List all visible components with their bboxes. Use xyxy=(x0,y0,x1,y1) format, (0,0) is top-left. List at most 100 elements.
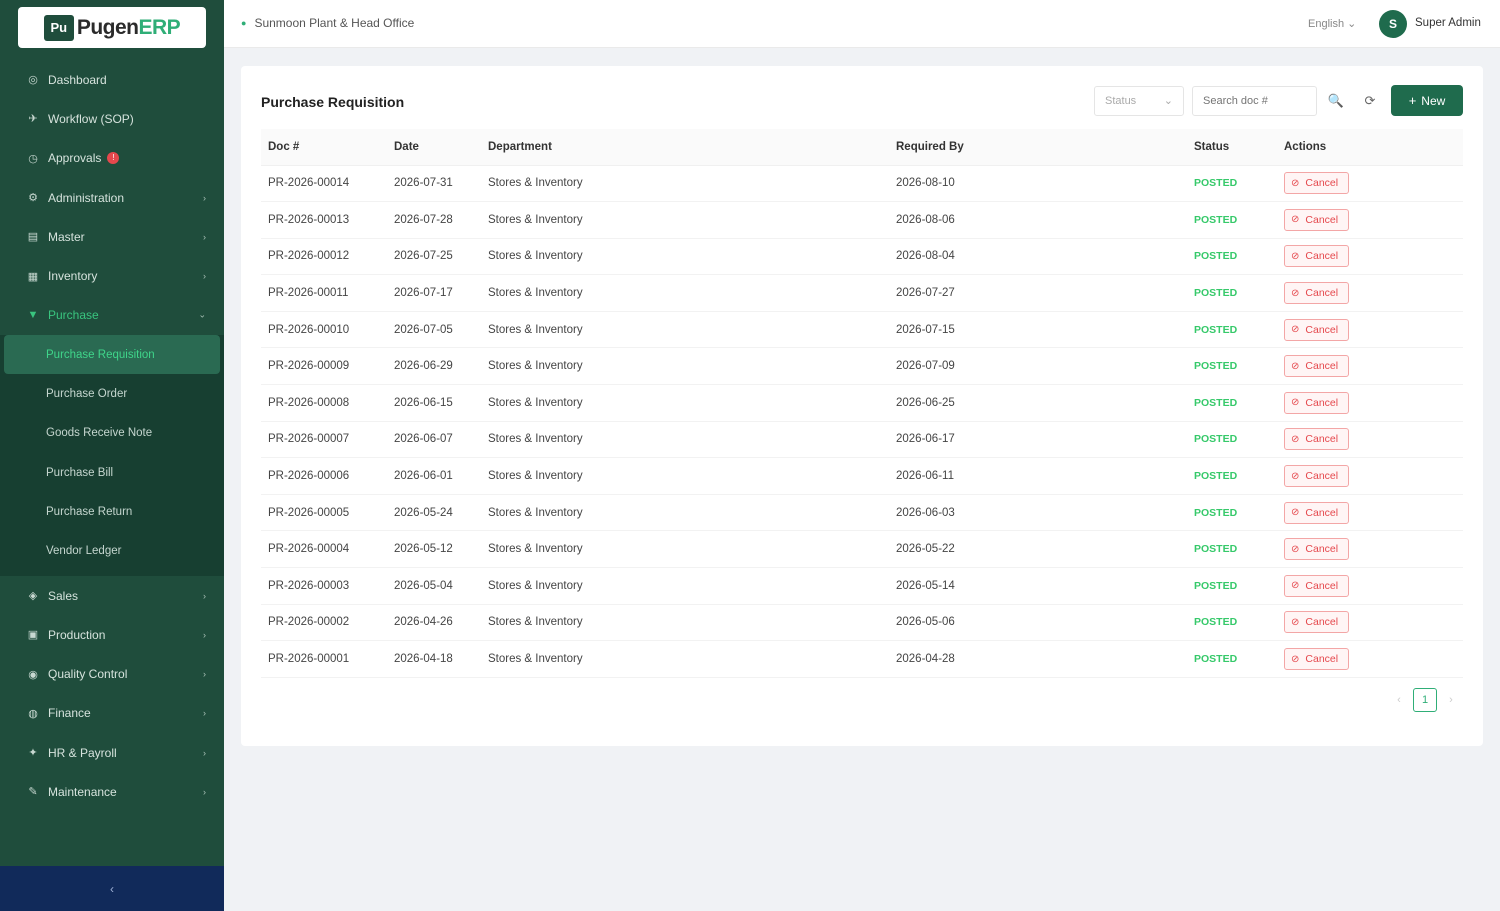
sidebar-item-master[interactable]: ▤ Master › xyxy=(0,217,224,256)
date-cell: 2026-07-25 xyxy=(394,250,453,263)
cancel-label: Cancel xyxy=(1305,579,1339,592)
table-row[interactable]: PR-2026-00006 2026-06-01 Stores & Inventor… xyxy=(261,458,1463,495)
cancel-button[interactable]: ⊘ Cancel xyxy=(1284,318,1350,341)
table-row[interactable]: PR-2026-00009 2026-06-29 Stores & Inventor… xyxy=(261,348,1463,385)
sidebar-item-finance[interactable]: ◍ Finance › xyxy=(0,694,224,733)
sidebar-item-dashboard[interactable]: ◎ Dashboard xyxy=(0,60,224,99)
actions-cell: ⊘ Cancel xyxy=(1277,348,1463,385)
toolbar: Status ⌄ 🔍 ⟳ + New xyxy=(1094,85,1463,116)
breadcrumb[interactable]: ● Sunmoon Plant & Head Office xyxy=(241,16,414,30)
cancel-button[interactable]: ⊘ Cancel xyxy=(1284,538,1350,561)
cancel-icon: ⊘ xyxy=(1291,507,1300,519)
table-row[interactable]: PR-2026-00013 2026-07-28 Stores & Inventor… xyxy=(261,202,1463,239)
sidebar-item-label: Purchase xyxy=(48,308,99,323)
sidebar-collapse-button[interactable]: ‹ xyxy=(0,866,224,911)
doc-number: PR-2026-00001 xyxy=(268,653,350,666)
doc-number: PR-2026-00007 xyxy=(268,433,350,446)
sidebar-item-purchase[interactable]: ▼ Purchase ⌄ xyxy=(0,296,224,335)
cancel-button[interactable]: ⊘ Cancel xyxy=(1284,172,1350,195)
status-cell: POSTED xyxy=(1187,604,1277,641)
required-by-cell: 2026-06-03 xyxy=(896,506,955,519)
quality-icon: ◉ xyxy=(28,668,38,681)
sidebar-item-production[interactable]: ▣ Production › xyxy=(0,615,224,654)
sidebar-subitem-purchase-order[interactable]: Purchase Order xyxy=(0,374,224,413)
table-row[interactable]: PR-2026-00002 2026-04-26 Stores & Inventor… xyxy=(261,604,1463,641)
table-row[interactable]: PR-2026-00001 2026-04-18 Stores & Inventor… xyxy=(261,641,1463,678)
sidebar-item-hr-payroll[interactable]: ✦ HR & Payroll › xyxy=(0,733,224,772)
sidebar-item-maintenance[interactable]: ✎ Maintenance › xyxy=(0,772,224,811)
doc-number: PR-2026-00006 xyxy=(268,470,350,483)
sidebar-item-label: Dashboard xyxy=(48,72,107,87)
next-page-button[interactable]: › xyxy=(1441,694,1461,706)
date-cell: 2026-04-18 xyxy=(394,653,453,666)
cancel-button[interactable]: ⊘ Cancel xyxy=(1284,501,1350,524)
sidebar-subitem-purchase-requisition[interactable]: Purchase Requisition xyxy=(4,335,220,375)
table-row[interactable]: PR-2026-00008 2026-06-15 Stores & Inventor… xyxy=(261,385,1463,422)
prev-page-button[interactable]: ‹ xyxy=(1389,694,1409,706)
sidebar-subitem-purchase-return[interactable]: Purchase Return xyxy=(0,492,224,531)
department-cell: Stores & Inventory xyxy=(488,506,583,519)
sidebar-item-quality-control[interactable]: ◉ Quality Control › xyxy=(0,654,224,693)
sidebar-item-label: Workflow (SOP) xyxy=(48,111,134,126)
status-badge: POSTED xyxy=(1194,396,1238,409)
table-row[interactable]: PR-2026-00011 2026-07-17 Stores & Inventor… xyxy=(261,275,1463,312)
user-name[interactable]: Super Admin xyxy=(1415,17,1481,29)
required-by-cell: 2026-08-04 xyxy=(896,250,955,263)
cancel-button[interactable]: ⊘ Cancel xyxy=(1284,355,1350,378)
cancel-button[interactable]: ⊘ Cancel xyxy=(1284,282,1350,305)
new-button-label: New xyxy=(1421,93,1446,108)
search-input[interactable] xyxy=(1203,94,1306,107)
avatar[interactable]: S xyxy=(1379,10,1407,38)
cancel-button[interactable]: ⊘ Cancel xyxy=(1284,574,1350,597)
table-row[interactable]: PR-2026-00012 2026-07-25 Stores & Inventor… xyxy=(261,238,1463,275)
table-row[interactable]: PR-2026-00005 2026-05-24 Stores & Inventor… xyxy=(261,494,1463,531)
status-filter-select[interactable]: Status ⌄ xyxy=(1094,85,1184,116)
logo-text: PugenERP xyxy=(76,15,181,39)
table-row[interactable]: PR-2026-00007 2026-06-07 Stores & Inventor… xyxy=(261,421,1463,458)
cancel-button[interactable]: ⊘ Cancel xyxy=(1284,428,1350,451)
sidebar-subitem-goods-receive-note[interactable]: Goods Receive Note xyxy=(0,414,224,453)
search-box[interactable] xyxy=(1192,85,1317,116)
new-button[interactable]: + New xyxy=(1391,85,1463,116)
table-row[interactable]: PR-2026-00003 2026-05-04 Stores & Inventor… xyxy=(261,568,1463,605)
refresh-button[interactable]: ⟳ xyxy=(1355,86,1385,116)
cancel-button[interactable]: ⊘ Cancel xyxy=(1284,245,1350,268)
sidebar-item-approvals[interactable]: ◷ Approvals! xyxy=(0,139,224,178)
date-cell: 2026-06-15 xyxy=(394,396,453,409)
sidebar-item-inventory[interactable]: ▦ Inventory › xyxy=(0,256,224,295)
actions-cell: ⊘ Cancel xyxy=(1277,421,1463,458)
master-icon: ▤ xyxy=(27,231,39,244)
table-row[interactable]: PR-2026-00014 2026-07-31 Stores & Inventor… xyxy=(261,165,1463,202)
table-row[interactable]: PR-2026-00010 2026-07-05 Stores & Inventor… xyxy=(261,311,1463,348)
sidebar-item-label: Master xyxy=(48,229,85,244)
page-1-button[interactable]: 1 xyxy=(1413,688,1437,712)
workflow-icon: ✈ xyxy=(28,113,38,126)
cancel-button[interactable]: ⊘ Cancel xyxy=(1284,465,1350,488)
status-cell: POSTED xyxy=(1187,421,1277,458)
chevron-icon: › xyxy=(203,786,206,797)
sidebar-nav: ◎ Dashboard ✈ Workflow (SOP) ◷ Approvals! ⚙ Adm… xyxy=(0,60,224,812)
brand-logo[interactable]: Pu PugenERP xyxy=(18,7,206,48)
sidebar-item-workflow-sop[interactable]: ✈ Workflow (SOP) xyxy=(0,99,224,138)
sidebar-item-administration[interactable]: ⚙ Administration › xyxy=(0,178,224,217)
cancel-button[interactable]: ⊘ Cancel xyxy=(1284,611,1350,634)
sidebar-item-sales[interactable]: ◈ Sales › xyxy=(0,576,224,615)
column-header: Status xyxy=(1187,129,1277,166)
cancel-button[interactable]: ⊘ Cancel xyxy=(1284,391,1350,414)
date-cell: 2026-05-04 xyxy=(394,579,453,592)
sidebar-subitem-purchase-bill[interactable]: Purchase Bill xyxy=(0,453,224,492)
status-badge: POSTED xyxy=(1194,433,1238,446)
search-button[interactable]: 🔍 xyxy=(1321,86,1351,116)
notification-badge: ! xyxy=(107,152,120,165)
cancel-label: Cancel xyxy=(1305,287,1339,300)
table-row[interactable]: PR-2026-00004 2026-05-12 Stores & Inventor… xyxy=(261,531,1463,568)
required-by-cell: 2026-08-10 xyxy=(896,177,955,190)
plus-icon: + xyxy=(1408,93,1417,108)
language-selector[interactable]: English ⌄ xyxy=(1308,17,1356,30)
sidebar-subitem-vendor-ledger[interactable]: Vendor Ledger xyxy=(0,532,224,571)
status-badge: POSTED xyxy=(1194,616,1238,629)
cancel-button[interactable]: ⊘ Cancel xyxy=(1284,208,1350,231)
status-badge: POSTED xyxy=(1194,360,1238,373)
cancel-button[interactable]: ⊘ Cancel xyxy=(1284,648,1350,671)
status-badge: POSTED xyxy=(1194,543,1238,556)
